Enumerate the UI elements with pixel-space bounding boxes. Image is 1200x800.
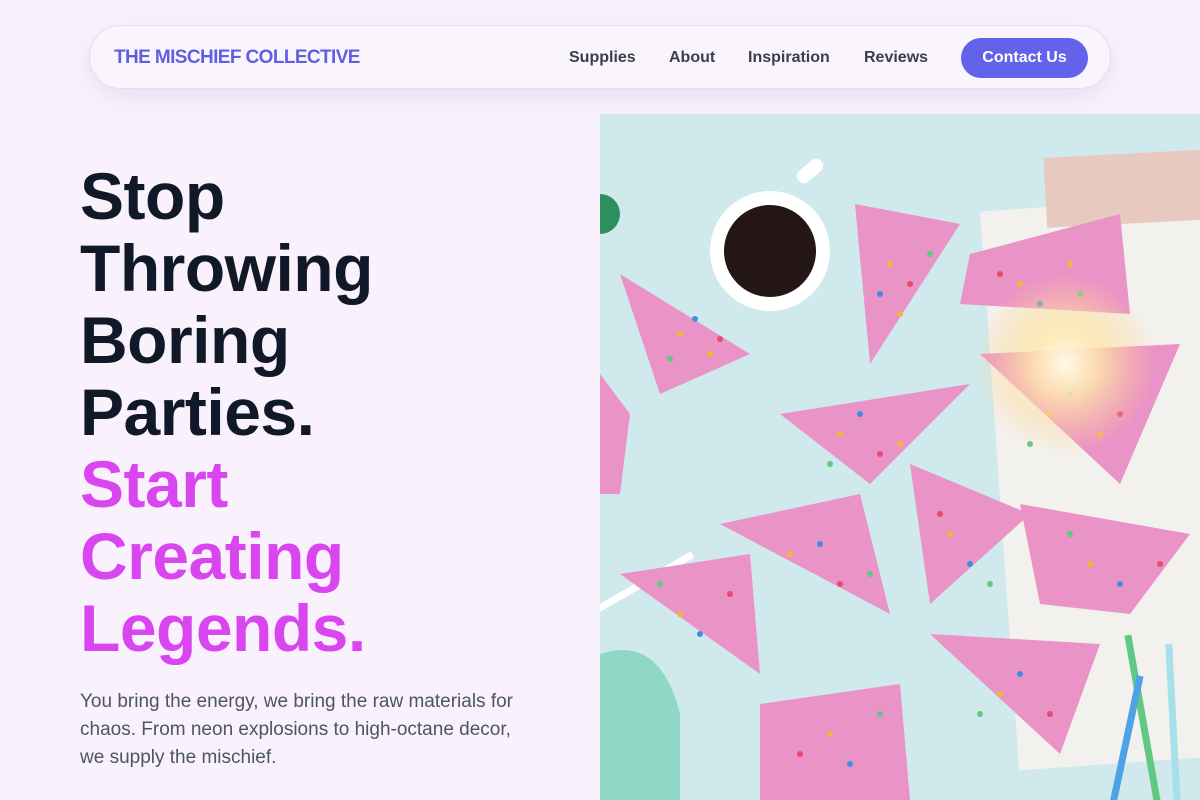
hero-image (600, 114, 1200, 800)
hero-headline: Stop Throwing Boring Parties. Start Crea… (80, 160, 580, 664)
headline-line: Boring (80, 303, 290, 377)
hero-subtext: You bring the energy, we bring the raw m… (80, 691, 514, 768)
nav-link-about[interactable]: About (669, 49, 715, 67)
nav-link-reviews[interactable]: Reviews (864, 49, 928, 67)
nav-link-inspiration[interactable]: Inspiration (748, 49, 830, 67)
party-cake-illustration (600, 114, 1200, 800)
nav-link-supplies[interactable]: Supplies (569, 49, 636, 67)
contact-us-button[interactable]: Contact Us (961, 38, 1088, 78)
brand-logo[interactable]: THE MISCHIEF COLLECTIVE (114, 47, 360, 69)
top-navbar: THE MISCHIEF COLLECTIVE Supplies About I… (89, 25, 1111, 89)
headline-line: Stop (80, 159, 225, 233)
headline-accent-line: Creating (80, 519, 344, 593)
headline-line: Throwing (80, 231, 373, 305)
headline-accent-line: Legends. (80, 591, 366, 665)
headline-line: Parties. (80, 375, 315, 449)
headline-accent-line: Start (80, 447, 228, 521)
